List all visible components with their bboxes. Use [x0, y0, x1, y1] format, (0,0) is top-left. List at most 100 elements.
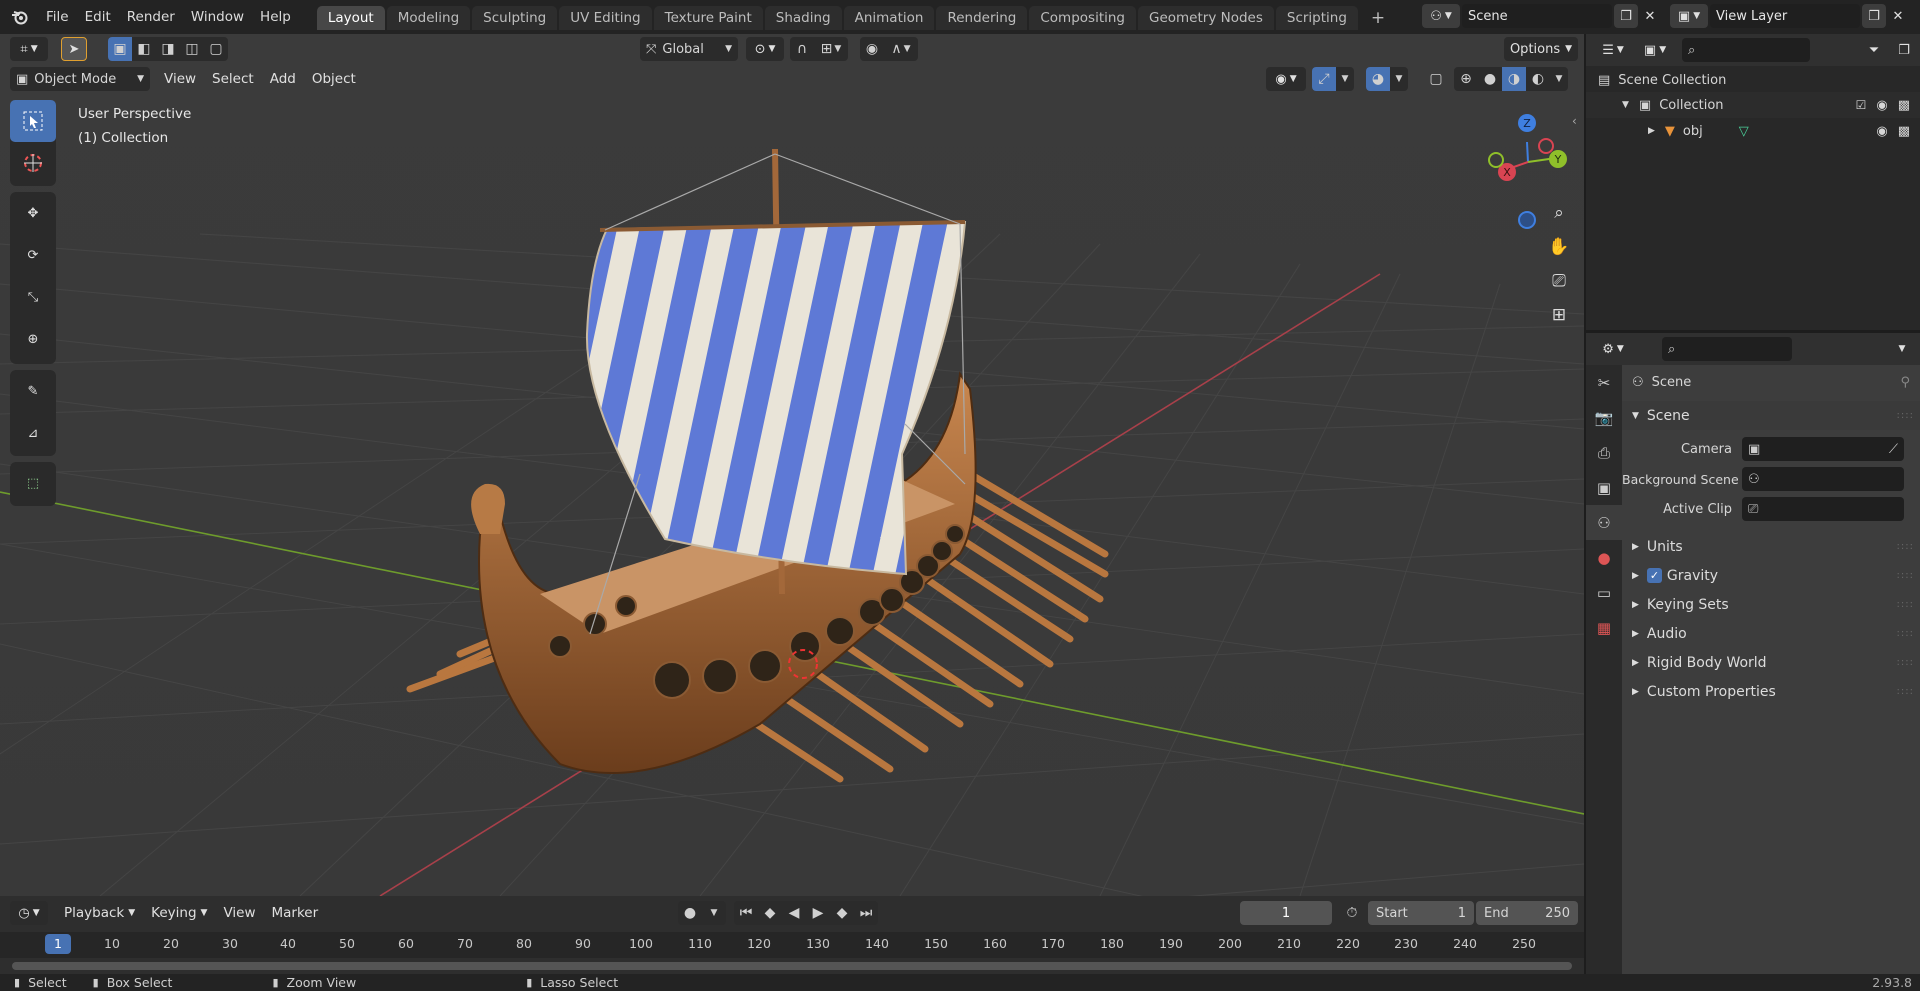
menu-render[interactable]: Render	[119, 9, 183, 25]
marker-menu[interactable]: Marker	[264, 901, 327, 925]
drag-grip-icon[interactable]: ::::	[1897, 628, 1914, 639]
copy-scene-icon[interactable]: ❐	[1614, 4, 1638, 28]
move-tool-icon[interactable]: ✥	[10, 192, 56, 234]
sidebar-toggle-icon[interactable]: ‹	[1572, 114, 1577, 128]
menu-window[interactable]: Window	[183, 9, 252, 25]
view-layer-browse-button[interactable]: ▣ ▼	[1670, 4, 1708, 28]
visibility-dropdown[interactable]: ◉ ▼	[1266, 67, 1306, 91]
prev-keyframe-icon[interactable]: ◆	[758, 901, 782, 925]
jump-start-icon[interactable]: ⏮	[734, 901, 758, 925]
pan-hand-icon[interactable]: ✋	[1542, 230, 1576, 264]
material-preview-icon[interactable]: ◑	[1502, 67, 1526, 91]
frame-ruler[interactable]: 1 10 20 30 40 50 60 70 80 90 100 110 120…	[0, 932, 1584, 958]
camera-icon[interactable]: ▩	[1898, 124, 1910, 139]
tab-geometry-nodes[interactable]: Geometry Nodes	[1138, 6, 1274, 30]
outliner-search-input[interactable]: ⌕	[1682, 38, 1810, 62]
set-new-selection-icon[interactable]: ▣	[108, 37, 132, 61]
properties-search-input[interactable]: ⌕	[1662, 337, 1792, 361]
scale-tool-icon[interactable]: ⤡	[10, 276, 56, 318]
drag-grip-icon[interactable]: ::::	[1897, 410, 1914, 421]
record-icon[interactable]: ●	[678, 901, 702, 925]
menu-object[interactable]: Object	[304, 67, 364, 91]
measure-tool-icon[interactable]: ⊿	[10, 412, 56, 454]
tab-rendering[interactable]: Rendering	[936, 6, 1028, 30]
rotate-tool-icon[interactable]: ⟳	[10, 234, 56, 276]
tab-animation[interactable]: Animation	[843, 6, 935, 30]
keying-menu[interactable]: Keying ▼	[143, 901, 215, 925]
custom-properties-panel-header[interactable]: ▶ Custom Properties ::::	[1622, 677, 1920, 706]
3d-viewport[interactable]: ⌗ ▼ ➤ ▣ ◧ ◨ ◫ ▢ ⤧ Global ▼ ⊙ ▼ ∩ ⊞ ▼ ◉ ∧ ▼ O…	[0, 34, 1584, 896]
view-layer-tab-icon[interactable]: ▣	[1586, 470, 1622, 505]
start-frame-field[interactable]: Start 1	[1368, 901, 1474, 925]
scene-name-field[interactable]: Scene	[1462, 4, 1612, 28]
timeline-scrollbar[interactable]	[12, 962, 1572, 970]
play-reverse-icon[interactable]: ◀	[782, 901, 806, 925]
xray-toggle-icon[interactable]: ▢	[1424, 67, 1448, 91]
zoom-icon[interactable]: ⌕	[1542, 196, 1576, 230]
pivot-point-button[interactable]: ⊙ ▼	[746, 37, 784, 61]
menu-view[interactable]: View	[156, 67, 204, 91]
units-panel-header[interactable]: ▶ Units ::::	[1622, 532, 1920, 561]
timeline-editor-type-button[interactable]: ◷ ▼	[10, 901, 48, 925]
chevron-down-icon[interactable]: ▼	[1890, 337, 1914, 361]
rigid-body-world-panel-header[interactable]: ▶ Rigid Body World ::::	[1622, 648, 1920, 677]
properties-editor-type-button[interactable]: ⚙ ▼	[1594, 337, 1632, 361]
gizmo-icon[interactable]: ⤢	[1312, 67, 1336, 91]
transform-tool-icon[interactable]: ⊕	[10, 318, 56, 360]
add-cube-tool-icon[interactable]: ⬚	[10, 462, 56, 504]
extend-selection-icon[interactable]: ◧	[132, 37, 156, 61]
perspective-grid-icon[interactable]: ⊞	[1542, 298, 1576, 332]
camera-icon[interactable]: ▩	[1898, 98, 1910, 113]
current-frame-field[interactable]: 1	[1240, 901, 1332, 925]
chevron-down-icon[interactable]: ▼	[702, 901, 726, 925]
tab-uv-editing[interactable]: UV Editing	[559, 6, 652, 30]
expand-arrow-icon[interactable]: ▶	[1648, 126, 1655, 136]
menu-add[interactable]: Add	[262, 67, 304, 91]
overlays-icon[interactable]: ◕	[1366, 67, 1390, 91]
select-box-tool-icon[interactable]	[10, 100, 56, 142]
menu-help[interactable]: Help	[252, 9, 299, 25]
new-collection-icon[interactable]: ❐	[1892, 38, 1916, 62]
neg-x-axis-handle[interactable]	[1538, 138, 1554, 154]
mode-dropdown[interactable]: ▣ Object Mode ▼	[10, 67, 150, 91]
eye-icon[interactable]: ◉	[1876, 98, 1887, 113]
menu-select[interactable]: Select	[204, 67, 262, 91]
camera-field[interactable]: ▣ ⟋	[1742, 437, 1904, 461]
output-tab-icon[interactable]: ⎙	[1586, 435, 1622, 470]
subtract-selection-icon[interactable]: ◨	[156, 37, 180, 61]
scene-tab-icon[interactable]: ⚇	[1586, 505, 1622, 540]
intersect-selection-icon[interactable]: ▢	[204, 37, 228, 61]
tool-settings-tab-icon[interactable]: ✂	[1586, 365, 1622, 400]
active-clip-field[interactable]: ⎚	[1742, 497, 1904, 521]
drag-grip-icon[interactable]: ::::	[1897, 541, 1914, 552]
timeline-view-menu[interactable]: View	[215, 901, 263, 925]
tab-texture-paint[interactable]: Texture Paint	[653, 6, 763, 30]
mesh-data-icon[interactable]: ▽	[1739, 124, 1749, 139]
expand-arrow-icon[interactable]: ▼	[1622, 100, 1629, 110]
solid-shading-icon[interactable]: ●	[1478, 67, 1502, 91]
editor-type-button[interactable]: ⌗ ▼	[10, 37, 48, 61]
filter-button[interactable]: ⏷	[1856, 38, 1892, 62]
chevron-down-icon[interactable]: ▼	[1336, 67, 1354, 91]
world-tab-icon[interactable]: ●	[1586, 540, 1622, 575]
annotate-tool-icon[interactable]: ✎	[10, 370, 56, 412]
drag-grip-icon[interactable]: ::::	[1897, 657, 1914, 668]
stopwatch-icon[interactable]: ⏱	[1340, 901, 1364, 925]
tab-modeling[interactable]: Modeling	[386, 6, 471, 30]
rendered-shading-icon[interactable]: ◐	[1526, 67, 1550, 91]
display-mode-button[interactable]: ▣ ▼	[1636, 38, 1674, 62]
snap-target-icon[interactable]: ⊞ ▼	[814, 37, 848, 61]
chevron-down-icon[interactable]: ▼	[1550, 67, 1568, 91]
neg-z-axis-handle[interactable]	[1518, 211, 1536, 229]
cursor-tool-icon[interactable]	[10, 142, 56, 184]
collection-tab-icon[interactable]: ▭	[1586, 575, 1622, 610]
tab-shading[interactable]: Shading	[764, 6, 842, 30]
outliner-row-scene-collection[interactable]: ▤ Scene Collection	[1586, 68, 1920, 92]
drag-grip-icon[interactable]: ::::	[1897, 686, 1914, 697]
tab-layout[interactable]: Layout	[316, 6, 385, 30]
falloff-curve-icon[interactable]: ∧ ▼	[884, 37, 918, 61]
playback-menu[interactable]: Playback ▼	[56, 901, 143, 925]
play-icon[interactable]: ▶	[806, 901, 830, 925]
pin-icon[interactable]: ⚲	[1900, 375, 1910, 390]
drag-grip-icon[interactable]: ::::	[1897, 570, 1914, 581]
